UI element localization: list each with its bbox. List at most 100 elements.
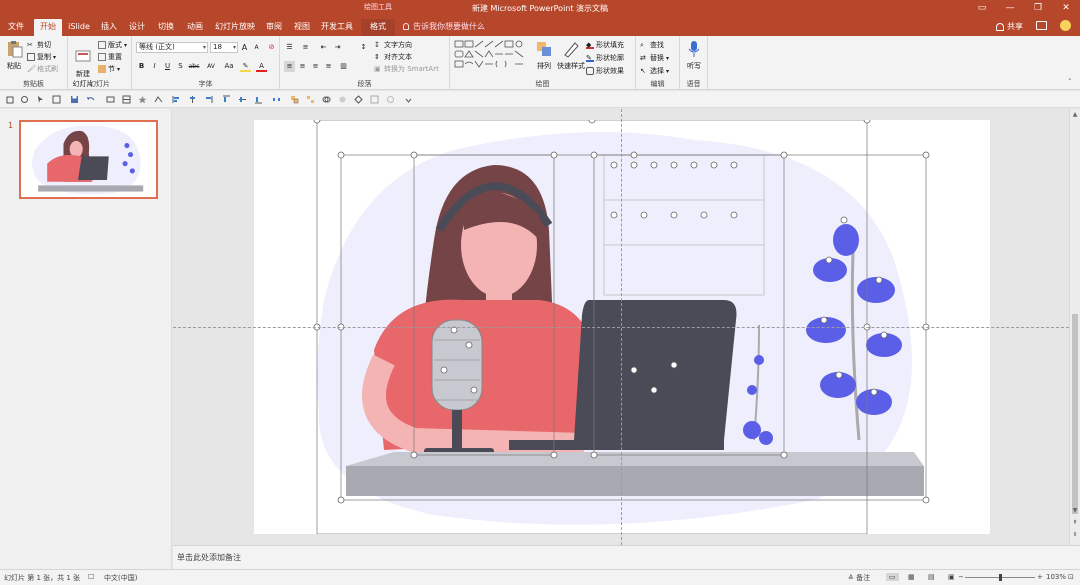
- cube-icon[interactable]: [6, 95, 15, 104]
- section-button[interactable]: 节 ▾: [98, 64, 120, 74]
- notes-pane[interactable]: 单击此处添加备注: [173, 545, 1080, 569]
- share-button[interactable]: 共享: [996, 21, 1023, 32]
- zoom-in-icon[interactable]: +: [1037, 573, 1043, 581]
- save-icon[interactable]: [70, 95, 79, 104]
- quick-styles-button[interactable]: 快速样式: [556, 40, 586, 71]
- numbering-icon[interactable]: ≡: [300, 42, 311, 53]
- align-left-icon[interactable]: ≡: [284, 61, 295, 72]
- align-bottom-objects-icon[interactable]: [254, 95, 263, 104]
- layout-button[interactable]: 版式 ▾: [98, 40, 127, 50]
- highlight-icon[interactable]: ✎: [240, 61, 251, 72]
- start-slideshow-icon[interactable]: [106, 95, 115, 104]
- zoom-slider[interactable]: [965, 574, 1035, 581]
- decrease-indent-icon[interactable]: ⇤: [318, 42, 329, 53]
- distribute-icon[interactable]: [272, 95, 281, 104]
- grow-font-button[interactable]: A: [239, 42, 250, 53]
- shadow-button[interactable]: S: [175, 61, 186, 72]
- clear-format-icon[interactable]: ⊘: [266, 42, 277, 53]
- strikethrough-button[interactable]: abc: [187, 61, 201, 72]
- font-size-combo[interactable]: 18 ▾: [210, 42, 238, 53]
- char-spacing-button[interactable]: AV: [204, 61, 218, 72]
- subtract-shapes-icon[interactable]: [370, 95, 379, 104]
- vertical-guide[interactable]: [621, 109, 622, 545]
- align-center-icon[interactable]: ≡: [297, 61, 308, 72]
- tab-insert[interactable]: 插入: [97, 19, 121, 36]
- tab-review[interactable]: 审阅: [262, 19, 286, 36]
- more-qat-icon[interactable]: [404, 95, 413, 104]
- slide-sorter-icon[interactable]: ▦: [908, 573, 915, 581]
- close-button[interactable]: ✕: [1052, 0, 1080, 17]
- smiley-feedback-icon[interactable]: [1060, 20, 1071, 31]
- language-status[interactable]: 中文(中国): [104, 573, 137, 583]
- find-button[interactable]: ⌕ 查找: [640, 40, 664, 50]
- align-right-icon[interactable]: ≡: [310, 61, 321, 72]
- star-icon[interactable]: [138, 95, 147, 104]
- shape-effects-button[interactable]: 形状效果: [586, 66, 624, 76]
- scrollbar-thumb[interactable]: [1072, 314, 1078, 514]
- shapes-gallery[interactable]: [454, 40, 530, 70]
- tab-format[interactable]: 格式: [361, 19, 395, 36]
- align-left-objects-icon[interactable]: [172, 95, 181, 104]
- reading-view-icon[interactable]: ▤: [928, 573, 935, 581]
- zoom-level[interactable]: 103%: [1046, 573, 1066, 581]
- restore-button[interactable]: ❐: [1024, 0, 1052, 17]
- slideshow-view-icon[interactable]: ▣: [948, 573, 955, 581]
- shape-outline-button[interactable]: ✎ 形状轮廓: [586, 53, 624, 63]
- zoom-out-icon[interactable]: −: [958, 573, 964, 581]
- prev-slide-icon[interactable]: ⇞: [1070, 519, 1080, 526]
- change-case-button[interactable]: Aa: [222, 61, 236, 72]
- bold-button[interactable]: B: [136, 61, 147, 72]
- reset-button[interactable]: 重置: [98, 52, 122, 62]
- bullets-icon[interactable]: ☰: [284, 42, 295, 53]
- normal-view-icon[interactable]: ▭: [886, 573, 899, 581]
- tell-me-box[interactable]: 告诉我你想要做什么: [403, 21, 485, 32]
- line-spacing-icon[interactable]: ↕: [358, 42, 369, 53]
- undo-icon[interactable]: [86, 95, 95, 104]
- tab-animations[interactable]: 动画: [182, 19, 208, 36]
- shape-fill-button[interactable]: ◆ 形状填充: [586, 40, 624, 50]
- smartart-button[interactable]: ▣ 转换为 SmartArt: [374, 64, 439, 74]
- next-slide-icon[interactable]: ⇟: [1070, 531, 1080, 538]
- intersect-shapes-icon[interactable]: [354, 95, 363, 104]
- tab-view[interactable]: 视图: [290, 19, 314, 36]
- ungroup-objects-icon[interactable]: [306, 95, 315, 104]
- ribbon-display-icon[interactable]: ▭: [968, 0, 996, 17]
- increase-indent-icon[interactable]: ⇥: [332, 42, 343, 53]
- group-objects-icon[interactable]: [290, 95, 299, 104]
- font-name-combo[interactable]: 等线 (正文) ▾: [136, 42, 208, 53]
- fit-slide-icon[interactable]: ⊡: [1068, 573, 1074, 581]
- paste-button[interactable]: 粘贴: [4, 40, 24, 71]
- shrink-font-button[interactable]: A: [251, 42, 262, 53]
- slide-thumbnail[interactable]: [19, 120, 158, 199]
- table-icon[interactable]: [122, 95, 131, 104]
- template-icon[interactable]: [52, 95, 61, 104]
- replace-button[interactable]: ⇄ 替换 ▾: [640, 53, 669, 63]
- dictate-button[interactable]: 听写: [683, 40, 705, 71]
- underline-button[interactable]: U: [162, 61, 173, 72]
- merge-shapes-icon[interactable]: [322, 95, 331, 104]
- justify-icon[interactable]: ≡: [323, 61, 334, 72]
- scroll-down-icon[interactable]: ▼: [1070, 507, 1080, 514]
- font-color-icon[interactable]: A: [256, 61, 267, 72]
- copy-button[interactable]: 复制 ▾: [27, 52, 56, 62]
- tab-transitions[interactable]: 切换: [153, 19, 179, 36]
- pointer-icon[interactable]: [36, 95, 45, 104]
- cut-button[interactable]: ✂ 剪切: [27, 40, 51, 50]
- union-shapes-icon[interactable]: [338, 95, 347, 104]
- align-center-objects-icon[interactable]: [188, 95, 197, 104]
- shape-icon[interactable]: [20, 95, 29, 104]
- align-right-objects-icon[interactable]: [204, 95, 213, 104]
- tab-slideshow[interactable]: 幻灯片放映: [212, 19, 258, 36]
- animation-icon[interactable]: [154, 95, 163, 104]
- arrange-button[interactable]: 排列: [534, 40, 554, 71]
- notes-toggle[interactable]: ≙ 备注: [848, 573, 870, 583]
- select-button[interactable]: ↖ 选择 ▾: [640, 66, 669, 76]
- align-top-objects-icon[interactable]: [222, 95, 231, 104]
- tab-islide[interactable]: iSlide: [65, 19, 93, 36]
- tab-file[interactable]: 文件: [4, 19, 28, 36]
- collapse-ribbon-icon[interactable]: ˄: [1068, 78, 1072, 86]
- minimize-button[interactable]: —: [996, 0, 1024, 17]
- text-direction-button[interactable]: ↧ 文字方向: [374, 40, 412, 50]
- tab-home[interactable]: 开始: [34, 19, 62, 36]
- vertical-scrollbar[interactable]: ▲ ▼ ⇞ ⇟: [1069, 109, 1080, 545]
